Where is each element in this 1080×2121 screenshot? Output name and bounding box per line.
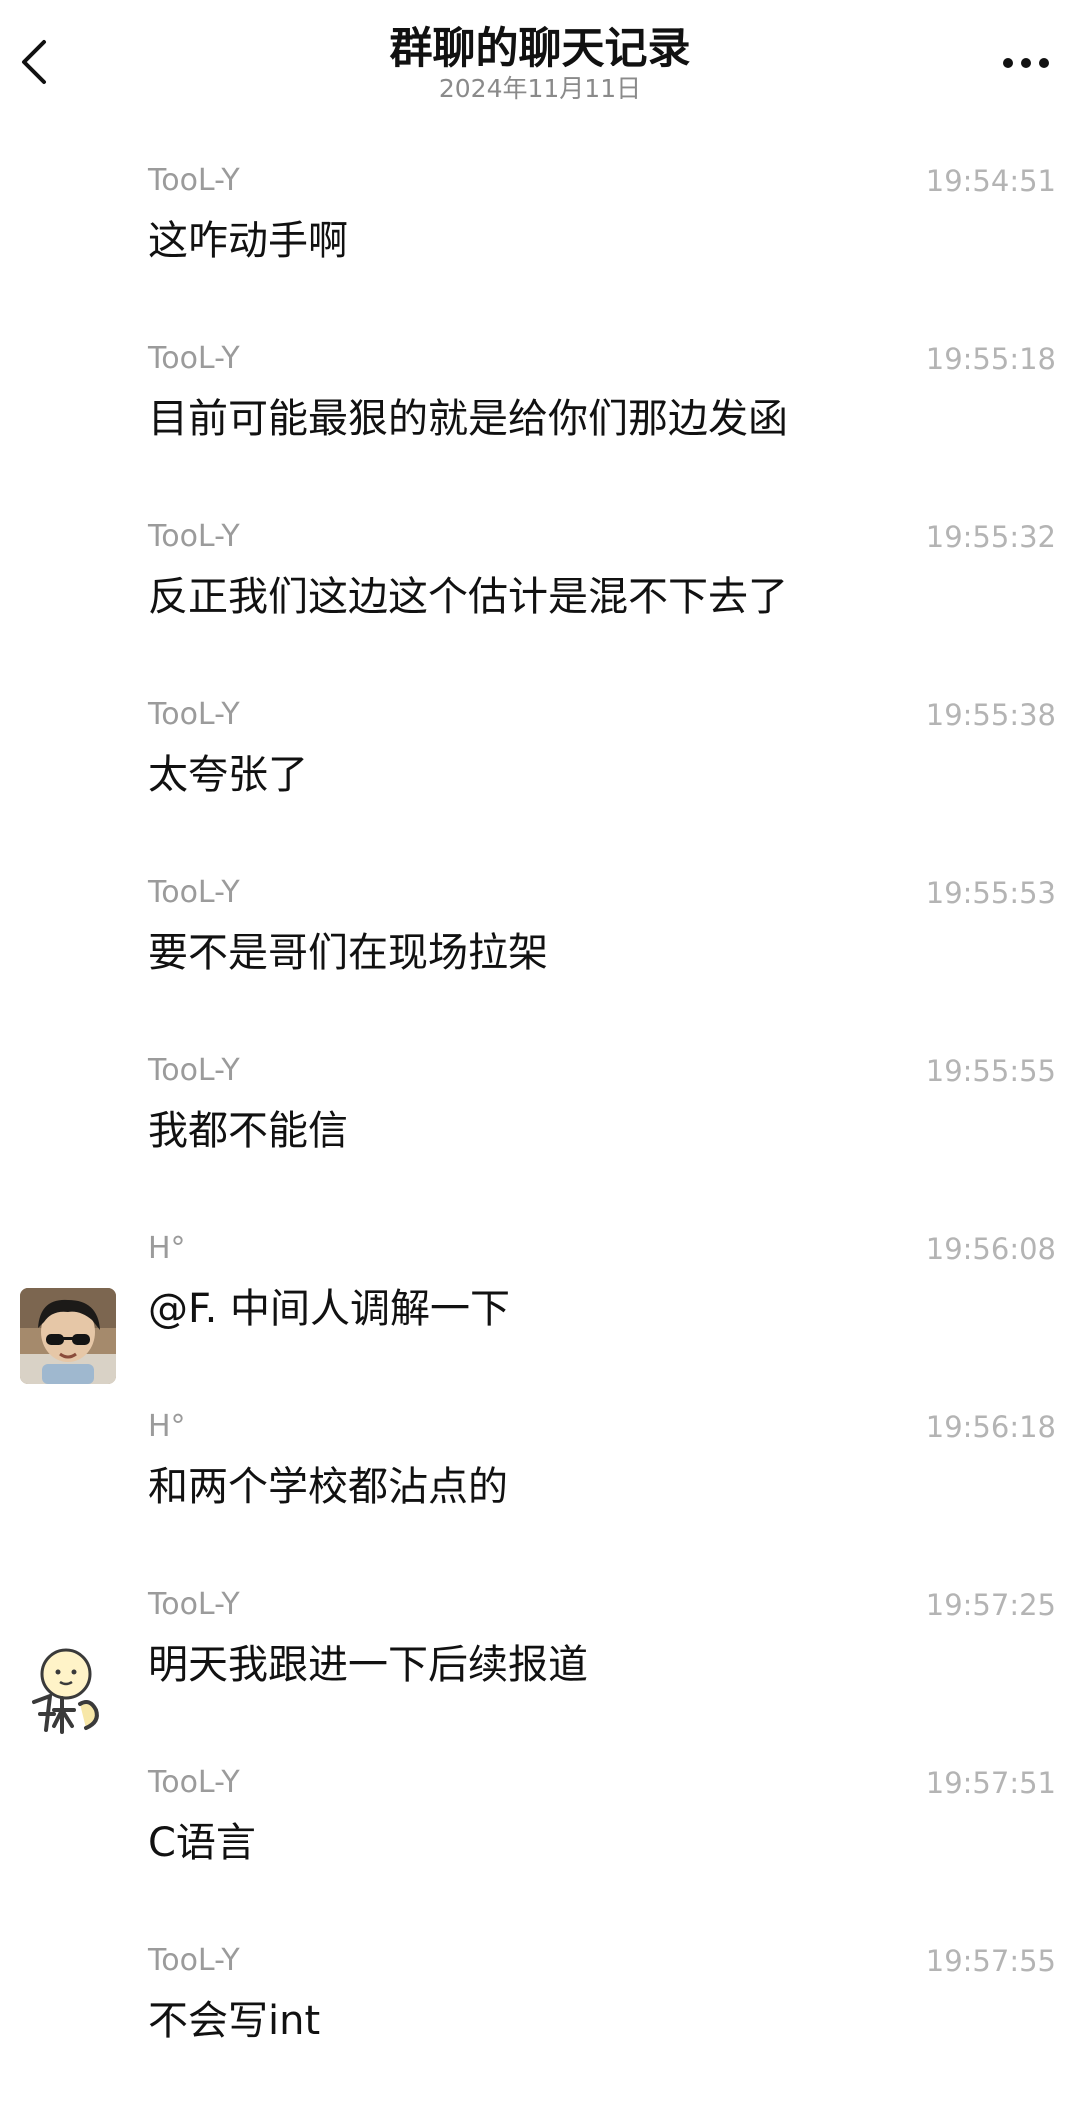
sender-name: TooL-Y	[148, 519, 240, 554]
message-time: 19:55:38	[925, 698, 1056, 732]
avatar[interactable]	[20, 1644, 116, 1740]
message-time: 19:55:18	[925, 342, 1056, 376]
message-time: 19:55:32	[925, 520, 1056, 554]
sender-name: TooL-Y	[148, 1943, 240, 1978]
message-text[interactable]: 反正我们这边这个估计是混不下去了	[148, 569, 788, 625]
message-text[interactable]: @F. 中间人调解一下	[148, 1281, 510, 1337]
message-time: 19:56:18	[925, 1410, 1056, 1444]
photo-avatar-icon	[20, 1288, 116, 1384]
sender-name: TooL-Y	[148, 341, 240, 376]
message-text[interactable]: 这咋动手啊	[148, 213, 348, 269]
chat-message: TooL-Y 19:55:53 要不是哥们在现场拉架	[0, 875, 1080, 1053]
sender-name: TooL-Y	[148, 1053, 240, 1088]
message-time: 19:57:25	[925, 1588, 1056, 1622]
message-time: 19:55:53	[925, 876, 1056, 910]
message-time: 19:56:08	[925, 1232, 1056, 1266]
nav-header: 群聊的聊天记录 2024年11月11日	[0, 0, 1080, 120]
chat-message: TooL-Y 19:57:51 C语言	[0, 1765, 1080, 1943]
more-button[interactable]	[1000, 52, 1056, 74]
sender-name: H°	[148, 1409, 186, 1444]
message-text[interactable]: 要不是哥们在现场拉架	[148, 925, 548, 981]
message-time: 19:57:55	[925, 1944, 1056, 1978]
message-text[interactable]: 我都不能信	[148, 1103, 348, 1159]
chat-message: TooL-Y 19:57:25 明天我跟进一下后续报道	[0, 1587, 1080, 1765]
message-text[interactable]: C语言	[148, 1815, 256, 1871]
sender-name: TooL-Y	[148, 163, 240, 198]
sender-name: TooL-Y	[148, 697, 240, 732]
sender-name: TooL-Y	[148, 1587, 240, 1622]
sender-name: H°	[148, 1231, 186, 1266]
page-date: 2024年11月11日	[438, 74, 642, 103]
more-dots-icon	[1003, 58, 1049, 68]
message-text[interactable]: 明天我跟进一下后续报道	[148, 1637, 588, 1693]
sender-name: TooL-Y	[148, 875, 240, 910]
chat-message: H° 19:56:18 和两个学校都沾点的	[0, 1409, 1080, 1587]
message-text[interactable]: 太夸张了	[148, 747, 308, 803]
chat-message: TooL-Y 19:55:38 太夸张了	[0, 697, 1080, 875]
sender-name: TooL-Y	[148, 1765, 240, 1800]
cartoon-avatar-icon	[20, 1644, 116, 1740]
avatar[interactable]	[20, 1288, 116, 1384]
message-text[interactable]: 不会写int	[148, 1993, 320, 2049]
message-time: 19:55:55	[925, 1054, 1056, 1088]
chat-message: TooL-Y 19:57:55 不会写int	[0, 1943, 1080, 2121]
chat-message: TooL-Y 19:55:18 目前可能最狠的就是给你们那边发函	[0, 341, 1080, 519]
chat-message: TooL-Y 19:55:32 反正我们这边这个估计是混不下去了	[0, 519, 1080, 697]
page-title: 群聊的聊天记录	[389, 24, 691, 74]
message-time: 19:57:51	[925, 1766, 1056, 1800]
chat-message: TooL-Y 19:55:55 我都不能信	[0, 1053, 1080, 1231]
message-text[interactable]: 目前可能最狠的就是给你们那边发函	[148, 391, 788, 447]
message-text[interactable]: 和两个学校都沾点的	[148, 1459, 508, 1515]
chat-message: TooL-Y 19:54:51 这咋动手啊	[0, 163, 1080, 341]
message-time: 19:54:51	[925, 164, 1056, 198]
chat-message: H° 19:56:08 @F. 中间人调解一下	[0, 1231, 1080, 1409]
